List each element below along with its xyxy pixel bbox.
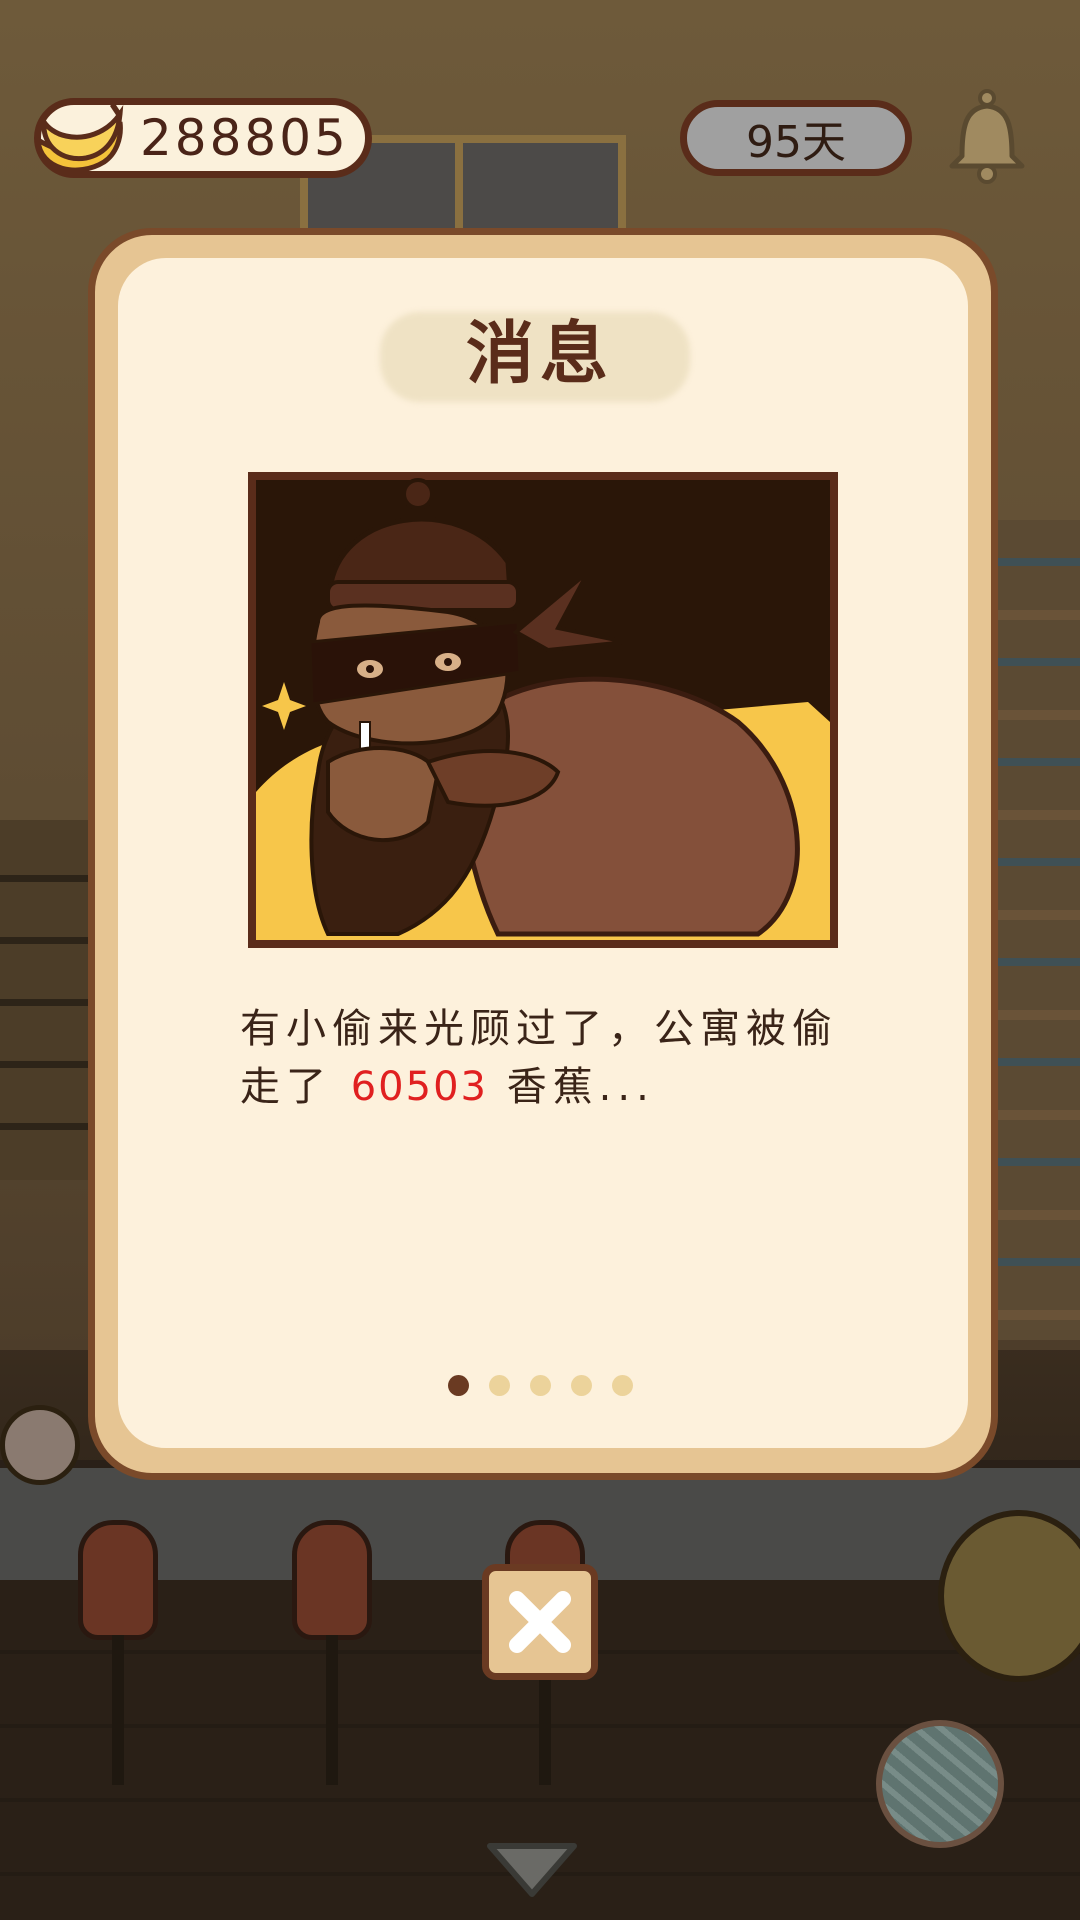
- message-text-after: 香蕉...: [506, 1064, 655, 1110]
- background-bar-shelf: [990, 520, 1080, 1340]
- close-button[interactable]: [482, 1564, 598, 1680]
- page-dot[interactable]: [570, 1375, 592, 1396]
- page-dot[interactable]: [529, 1375, 551, 1396]
- dialog-title: 消息: [465, 315, 614, 394]
- banana-count: 288805: [140, 109, 349, 167]
- page-dot[interactable]: [611, 1375, 633, 1396]
- thief-illustration: [248, 472, 838, 948]
- yarn-ball-button[interactable]: [876, 1720, 1004, 1848]
- dialog-message: 有小偷来光顾过了，公寓被偷走了 60503 香蕉...: [240, 1000, 860, 1116]
- bar-stool: [292, 1520, 372, 1785]
- stolen-amount: 60503: [350, 1064, 488, 1110]
- page-dot-active[interactable]: [447, 1375, 469, 1396]
- background-shelf: [0, 820, 90, 1180]
- page-dot[interactable]: [488, 1375, 510, 1396]
- day-count: 95天: [746, 117, 846, 168]
- bell-icon[interactable]: [944, 86, 1030, 186]
- bar-stool: [78, 1520, 158, 1785]
- page-indicator: [0, 1375, 1080, 1396]
- day-counter: 95天: [680, 100, 912, 176]
- chevron-down-icon[interactable]: [484, 1840, 580, 1900]
- close-icon: [509, 1591, 571, 1653]
- banana-icon: [35, 102, 124, 173]
- chicken-character: [0, 1405, 80, 1485]
